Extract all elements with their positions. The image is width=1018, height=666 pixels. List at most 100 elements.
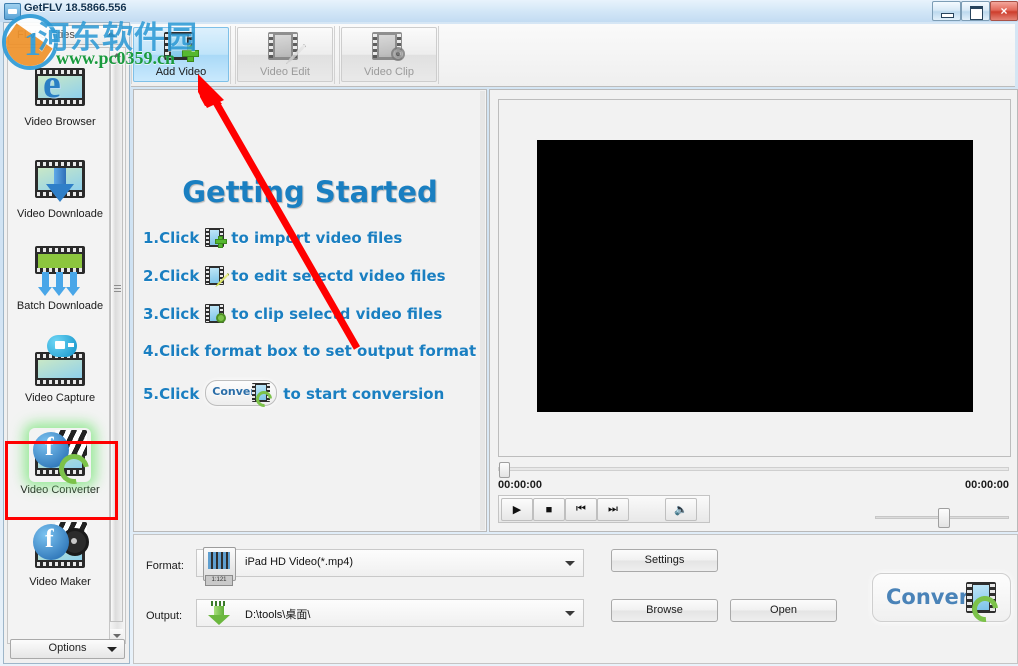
add-video-icon (205, 228, 228, 248)
seek-track[interactable] (498, 467, 1009, 471)
sidebar-item-video-maker[interactable]: f Video Maker (8, 514, 112, 606)
sidebar-item-label: Video Downloade (16, 208, 104, 220)
volume-icon: 🔈 (674, 504, 688, 516)
next-icon: ⏭ (608, 503, 618, 515)
open-button-label: Open (770, 604, 797, 616)
getting-started-step-4: 4.Click format box to set output format (143, 342, 476, 360)
step-2-prefix: 2.Click (143, 267, 200, 285)
chevron-down-icon (565, 611, 575, 616)
stop-button[interactable]: ■ (533, 498, 565, 521)
scroll-up-button[interactable] (110, 48, 123, 62)
output-label: Output: (146, 610, 183, 622)
video-capture-icon (29, 335, 91, 390)
step-1-prefix: 1.Click (143, 229, 200, 247)
browse-button[interactable]: Browse (611, 599, 718, 622)
output-path-dropdown[interactable]: D:\tools\桌面\ (196, 599, 584, 627)
video-edit-icon (268, 32, 306, 64)
getting-started-title: Getting Started (182, 175, 438, 209)
video-player-panel: 00:00:00 00:00:00 ▶ ■ ⏮ ⏭ 🔈 (489, 89, 1018, 532)
minimize-button[interactable] (932, 1, 961, 21)
video-edit-label: Video Edit (260, 66, 310, 78)
play-button[interactable]: ▶ (501, 498, 533, 521)
video-maker-icon: f (29, 520, 91, 574)
settings-button[interactable]: Settings (611, 549, 718, 572)
video-downloader-icon (29, 152, 91, 206)
step-3-prefix: 3.Click (143, 305, 200, 323)
scrollbar-grip-icon (114, 285, 121, 292)
close-button[interactable]: × (990, 1, 1018, 21)
sidebar-scrollbar[interactable] (109, 47, 126, 644)
video-converter-icon: f (29, 428, 91, 482)
video-clip-icon (205, 304, 227, 323)
getting-started-panel: Getting Started 1.Click to import video f… (133, 89, 487, 532)
toolbar: Add Video Video Edit Video Clip (131, 24, 1015, 87)
video-edit-button[interactable]: Video Edit (235, 26, 335, 84)
playback-controls: ▶ ■ ⏮ ⏭ 🔈 (498, 495, 710, 523)
output-settings-panel: Format: 1:121 iPad HD Video(*.mp4) Outpu… (133, 534, 1018, 664)
previous-icon: ⏮ (576, 503, 586, 515)
video-display-surface[interactable] (537, 140, 973, 412)
ipad-format-icon: 1:121 (203, 547, 236, 586)
settings-button-label: Settings (644, 554, 685, 566)
sidebar-item-video-converter[interactable]: f Video Converter (8, 422, 112, 514)
format-label: Format: (146, 560, 184, 572)
total-time-label: 00:00:00 (964, 479, 1009, 491)
title-bar: GetFLV 18.5866.556 × (0, 0, 1018, 22)
sidebar-item-video-capture[interactable]: Video Capture (8, 330, 112, 422)
step-2-suffix: to edit selectd video files (231, 267, 446, 285)
inline-convert-button[interactable]: Convert (205, 380, 278, 406)
step-5-suffix: to start conversion (283, 385, 445, 403)
app-icon (4, 3, 21, 20)
sidebar: FLV Utilities e Video Browser Video Down… (3, 22, 130, 664)
volume-slider-thumb[interactable] (938, 508, 950, 528)
video-edit-icon (205, 266, 230, 287)
video-clip-icon (372, 32, 408, 62)
chevron-down-icon (107, 647, 117, 652)
getting-started-step-2: 2.Click to edit selectd video files (143, 266, 446, 287)
sidebar-item-video-browser[interactable]: e Video Browser (8, 54, 112, 146)
format-dropdown[interactable]: 1:121 iPad HD Video(*.mp4) (196, 547, 584, 586)
mute-button[interactable]: 🔈 (665, 498, 697, 521)
sidebar-item-batch-downloader[interactable]: Batch Downloade (8, 238, 112, 330)
download-folder-icon (207, 601, 231, 625)
sidebar-header-flv-utilities[interactable]: FLV Utilities (8, 25, 123, 45)
sidebar-item-list: e Video Browser Video Downloade Batch Do… (7, 47, 112, 644)
format-value: iPad HD Video(*.mp4) (245, 556, 354, 568)
previous-button[interactable]: ⏮ (565, 498, 597, 521)
sidebar-item-label: Batch Downloade (16, 300, 104, 312)
close-icon: × (1000, 4, 1008, 18)
convert-button[interactable]: Convert (872, 573, 1011, 622)
video-preview-frame (498, 99, 1011, 457)
video-clip-button[interactable]: Video Clip (339, 26, 439, 84)
scrollbar-thumb[interactable] (110, 62, 123, 622)
step-1-suffix: to import video files (231, 229, 403, 247)
video-clip-label: Video Clip (364, 66, 414, 78)
convert-icon (966, 582, 998, 614)
sidebar-item-label: Video Capture (24, 392, 96, 404)
convert-icon (252, 383, 272, 402)
sidebar-item-video-downloader[interactable]: Video Downloade (8, 146, 112, 238)
sidebar-item-label: Video Browser (24, 116, 96, 128)
getting-started-step-5: 5.Click Convert to start conversion (143, 380, 444, 406)
application-window: GetFLV 18.5866.556 × FLV Utilities e Vid… (0, 0, 1018, 666)
play-icon: ▶ (512, 504, 522, 516)
next-button[interactable]: ⏭ (597, 498, 629, 521)
step-5-prefix: 5.Click (143, 385, 200, 403)
current-time-label: 00:00:00 (498, 479, 543, 491)
output-value: D:\tools\桌面\ (245, 609, 311, 621)
sidebar-item-label: Video Maker (29, 576, 91, 588)
seek-bar[interactable] (498, 462, 1009, 478)
add-video-icon (164, 32, 200, 62)
seek-thumb[interactable] (499, 462, 510, 478)
getting-started-scrollbar[interactable] (480, 91, 485, 530)
add-video-button[interactable]: Add Video (131, 26, 231, 84)
open-button[interactable]: Open (730, 599, 837, 622)
maximize-button[interactable] (961, 1, 990, 21)
minimize-icon (941, 13, 954, 18)
add-video-label: Add Video (155, 66, 207, 78)
options-button[interactable]: Options (10, 639, 125, 659)
video-browser-icon: e (29, 60, 91, 114)
step-4-prefix: 4.Click format box to set output format (143, 342, 477, 360)
getting-started-step-1: 1.Click to import video files (143, 228, 403, 248)
step-3-suffix: to clip selectd video files (231, 305, 443, 323)
